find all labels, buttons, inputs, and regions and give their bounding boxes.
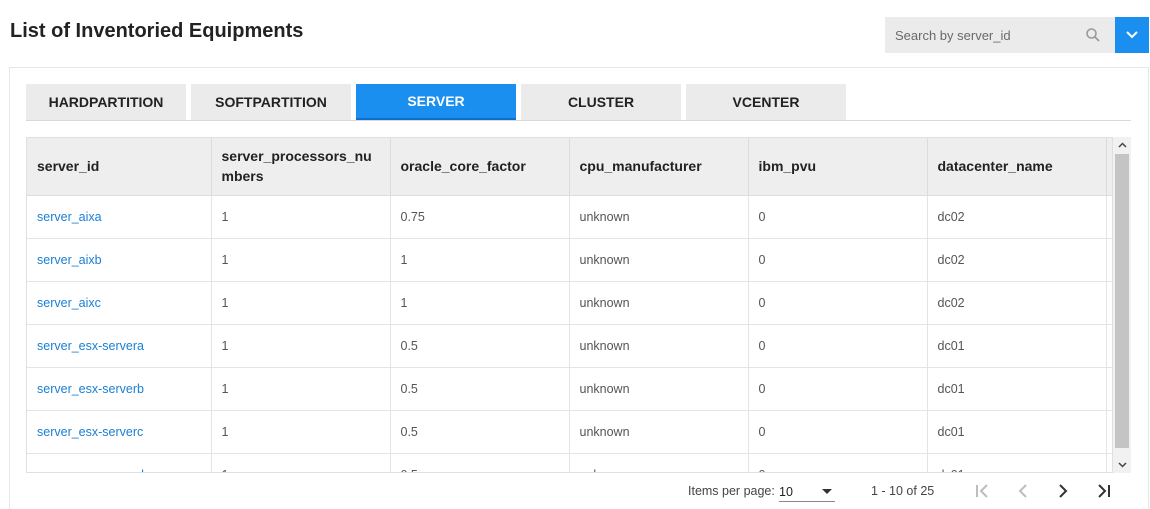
table-cell: 1 [211,324,391,368]
server-id-link[interactable]: server_esx-serverd [27,453,212,472]
tab-hardpartition[interactable]: HARDPARTITION [26,84,186,120]
equipment-table-container: server_id server_processors_numbers orac… [26,137,1131,473]
chevron-right-icon [1057,483,1069,502]
table-cell: 1 [390,281,570,325]
equipment-table: server_id server_processors_numbers orac… [27,138,1130,472]
chevron-down-icon [1126,26,1138,44]
first-page-button[interactable] [971,480,995,504]
table-cell: 1 [211,410,391,454]
table-row: server_esx-serverd 1 0.5 unknown 0 dc01 [27,453,1130,472]
table-cell: 0.5 [390,324,570,368]
items-per-page-value: 10 [779,485,793,499]
caret-down-icon [822,489,832,494]
table-cell: unknown [569,410,749,454]
table-cell: dc01 [927,367,1107,411]
tab-server[interactable]: SERVER [356,84,516,120]
tabs-divider [26,120,1131,121]
table-cell: dc01 [927,453,1107,472]
table-cell: 0 [748,410,928,454]
column-header-datacenter-name[interactable]: datacenter_name [927,138,1107,196]
table-cell: dc02 [927,238,1107,282]
server-id-link[interactable]: server_aixc [27,281,212,325]
column-header-oracle-core-factor[interactable]: oracle_core_factor [390,138,570,196]
table-row: server_aixc 1 1 unknown 0 dc02 [27,281,1130,325]
tab-vcenter[interactable]: VCENTER [686,84,846,120]
first-page-icon [974,483,992,502]
last-page-icon [1094,483,1112,502]
table-cell: dc01 [927,410,1107,454]
items-per-page-label: Items per page: [688,484,775,498]
page-range-label: 1 - 10 of 25 [871,484,935,498]
paginator: Items per page: 10 1 - 10 of 25 [0,478,1150,506]
table-vertical-scrollbar[interactable] [1112,137,1131,473]
tab-cluster[interactable]: CLUSTER [521,84,681,120]
table-cell: unknown [569,367,749,411]
table-row: server_esx-serverc 1 0.5 unknown 0 dc01 [27,410,1130,454]
column-header-server-processors-numbers[interactable]: server_processors_numbers [211,138,391,196]
table-cell: unknown [569,453,749,472]
table-cell: 0 [748,195,928,239]
equipment-type-tabs: HARDPARTITION SOFTPARTITION SERVER CLUST… [26,84,851,120]
table-cell: dc02 [927,195,1107,239]
server-id-link[interactable]: server_aixa [27,195,212,239]
table-cell: 0.5 [390,367,570,411]
table-cell: dc01 [927,324,1107,368]
table-row: server_aixa 1 0.75 unknown 0 dc02 [27,195,1130,239]
table-cell: dc02 [927,281,1107,325]
table-cell: 0 [748,238,928,282]
server-id-link[interactable]: server_esx-serverc [27,410,212,454]
items-per-page-select[interactable]: 10 [779,482,835,502]
table-cell: unknown [569,281,749,325]
table-cell: 1 [390,238,570,282]
server-id-link[interactable]: server_aixb [27,238,212,282]
table-cell: 0.75 [390,195,570,239]
table-cell: 0.5 [390,453,570,472]
next-page-button[interactable] [1051,480,1075,504]
server-id-link[interactable]: server_esx-serverb [27,367,212,411]
tab-softpartition[interactable]: SOFTPARTITION [191,84,351,120]
table-cell: 0 [748,453,928,472]
search-input[interactable] [885,17,1075,53]
scroll-down-arrow-icon[interactable] [1113,457,1131,473]
chevron-left-icon [1017,483,1029,502]
scrollbar-thumb[interactable] [1115,154,1129,448]
table-header-row: server_id server_processors_numbers orac… [27,138,1130,196]
table-cell: 1 [211,281,391,325]
search-icon[interactable] [1085,27,1101,43]
search-options-dropdown-button[interactable] [1115,17,1149,53]
table-cell: 0.5 [390,410,570,454]
last-page-button[interactable] [1091,480,1115,504]
table-cell: 0 [748,367,928,411]
column-header-server-id[interactable]: server_id [27,138,212,196]
search-box [885,17,1115,53]
scroll-up-arrow-icon[interactable] [1113,137,1131,153]
table-row: server_aixb 1 1 unknown 0 dc02 [27,238,1130,282]
table-cell: 1 [211,238,391,282]
column-header-cpu-manufacturer[interactable]: cpu_manufacturer [569,138,749,196]
table-cell: unknown [569,195,749,239]
table-cell: unknown [569,324,749,368]
column-header-ibm-pvu[interactable]: ibm_pvu [748,138,928,196]
table-cell: 1 [211,453,391,472]
server-id-link[interactable]: server_esx-servera [27,324,212,368]
previous-page-button[interactable] [1011,480,1035,504]
table-row: server_esx-servera 1 0.5 unknown 0 dc01 [27,324,1130,368]
table-cell: 0 [748,324,928,368]
table-cell: 0 [748,281,928,325]
table-cell: 1 [211,367,391,411]
table-cell: unknown [569,238,749,282]
table-row: server_esx-serverb 1 0.5 unknown 0 dc01 [27,367,1130,411]
table-cell: 1 [211,195,391,239]
page-title: List of Inventoried Equipments [10,20,304,42]
